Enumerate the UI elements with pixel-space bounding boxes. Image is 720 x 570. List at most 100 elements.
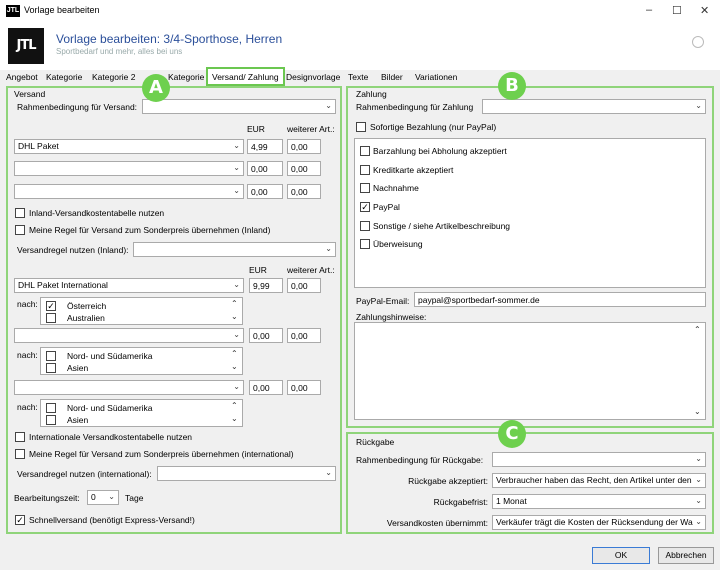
tab-angebot[interactable]: Angebot — [6, 72, 38, 82]
rueckgabefrist-label: Rückgabefrist: — [433, 497, 488, 507]
tab-bilder[interactable]: Bilder — [381, 72, 403, 82]
tab-versand-zahlung[interactable]: Versand/ Zahlung — [206, 67, 285, 86]
country-list-2[interactable]: Nord- und Südamerika Asien ⌃ ⌄ — [40, 347, 243, 375]
rueckgabefrist-select[interactable]: 1 Monat ⌄ — [492, 494, 706, 509]
rueckgabe-rahmen-select[interactable]: ⌄ — [492, 452, 706, 467]
versand-weitere-2[interactable]: 0,00 — [287, 161, 321, 176]
versand-rahmen-select[interactable]: ⌄ — [142, 99, 336, 114]
tab-texte[interactable]: Texte — [348, 72, 368, 82]
payment-checkbox[interactable] — [360, 146, 370, 156]
intl-method-select-2[interactable]: ⌄ — [14, 328, 244, 343]
close-button[interactable]: ✕ — [700, 4, 709, 17]
versandkosten-select[interactable]: Verkäufer trägt die Kosten der Rücksendu… — [492, 515, 706, 530]
country-checkbox[interactable]: ✓ — [46, 301, 56, 311]
ok-button[interactable]: OK — [592, 547, 650, 564]
country-checkbox[interactable] — [46, 363, 56, 373]
country-checkbox[interactable] — [46, 415, 56, 425]
jtl-logo: JTL — [8, 28, 44, 64]
payment-checkbox[interactable] — [360, 165, 370, 175]
versand-method-select-2[interactable]: ⌄ — [14, 161, 244, 176]
intl-table-checkbox[interactable] — [15, 432, 25, 442]
inland-table-checkbox[interactable] — [15, 208, 25, 218]
zahlung-rahmen-label: Rahmenbedingung für Zahlung — [356, 102, 474, 112]
intl-method-select-3[interactable]: ⌄ — [14, 380, 244, 395]
payment-label: Barzahlung bei Abholung akzeptiert — [373, 146, 507, 156]
cancel-button[interactable]: Abbrechen — [658, 547, 714, 564]
scroll-down-icon[interactable]: ⌄ — [231, 362, 238, 371]
tab-kategorie-3[interactable]: Kategorie — [168, 72, 204, 82]
badge-c: C — [498, 420, 526, 448]
scroll-down-icon[interactable]: ⌄ — [231, 312, 238, 321]
paypal-email-input[interactable]: paypal@sportbedarf-sommer.de — [414, 292, 706, 307]
versand-method-select-3[interactable]: ⌄ — [14, 184, 244, 199]
chevron-down-icon: ⌄ — [108, 492, 115, 501]
country-checkbox[interactable] — [46, 313, 56, 323]
scroll-up-icon[interactable]: ⌃ — [231, 401, 238, 410]
payment-methods-list: Barzahlung bei Abholung akzeptiert Kredi… — [354, 138, 706, 288]
scroll-down-icon[interactable]: ⌄ — [694, 407, 701, 416]
versand-eur-1[interactable]: 4,99 — [247, 139, 283, 154]
inland-table-label: Inland-Versandkostentabelle nutzen — [29, 208, 165, 218]
bearbeitungszeit-label: Bearbeitungszeit: — [14, 493, 80, 503]
country-list-3[interactable]: Nord- und Südamerika Asien ⌃ ⌄ — [40, 399, 243, 427]
rueckgabe-akzeptiert-select[interactable]: Verbraucher haben das Recht, den Artikel… — [492, 473, 706, 488]
zahlungshinweise-textarea[interactable]: ⌃ ⌄ — [354, 322, 706, 420]
payment-checkbox[interactable] — [360, 239, 370, 249]
nach-label-3: nach: — [17, 402, 38, 412]
chevron-down-icon: ⌄ — [695, 517, 702, 526]
chevron-down-icon: ⌄ — [325, 468, 332, 477]
meine-regel-intl-label: Meine Regel für Versand zum Sonderpreis … — [29, 449, 294, 459]
intl-method-select-1[interactable]: DHL Paket International ⌄ — [14, 278, 244, 293]
chevron-down-icon: ⌄ — [233, 330, 240, 339]
maximize-button[interactable]: ☐ — [672, 4, 682, 17]
payment-label: PayPal — [373, 202, 400, 212]
versand-weitere-3[interactable]: 0,00 — [287, 184, 321, 199]
intl-weitere-1[interactable]: 0,00 — [287, 278, 321, 293]
versand-weitere-1[interactable]: 0,00 — [287, 139, 321, 154]
country-checkbox[interactable] — [46, 403, 56, 413]
scroll-down-icon[interactable]: ⌄ — [231, 414, 238, 423]
chevron-down-icon: ⌄ — [233, 280, 240, 289]
chevron-down-icon: ⌄ — [325, 101, 332, 110]
payment-checkbox[interactable] — [360, 221, 370, 231]
sofort-checkbox[interactable] — [356, 122, 366, 132]
versand-rahmen-label: Rahmenbedingung für Versand: — [17, 102, 138, 112]
intl-eur-1[interactable]: 9,99 — [249, 278, 283, 293]
bearbeitungszeit-select[interactable]: 0 ⌄ — [87, 490, 119, 505]
meine-regel-intl-checkbox[interactable] — [15, 449, 25, 459]
scroll-up-icon[interactable]: ⌃ — [231, 299, 238, 308]
tab-kategorie-2[interactable]: Kategorie 2 — [92, 72, 135, 82]
rueckgabe-akzeptiert-label: Rückgabe akzeptiert: — [408, 476, 488, 486]
tab-variationen[interactable]: Variationen — [415, 72, 457, 82]
eur-header: EUR — [247, 124, 265, 134]
scroll-up-icon[interactable]: ⌃ — [694, 325, 701, 334]
country-checkbox[interactable] — [46, 351, 56, 361]
payment-checkbox[interactable]: ✓ — [360, 202, 370, 212]
minimize-button[interactable]: – — [646, 4, 652, 16]
intl-weitere-3[interactable]: 0,00 — [287, 380, 321, 395]
regel-intl-select[interactable]: ⌄ — [157, 466, 336, 481]
versand-method-select-1[interactable]: DHL Paket ⌄ — [14, 139, 244, 154]
intl-eur-header: EUR — [249, 265, 267, 275]
scroll-up-icon[interactable]: ⌃ — [231, 349, 238, 358]
versand-eur-2[interactable]: 0,00 — [247, 161, 283, 176]
intl-eur-2[interactable]: 0,00 — [249, 328, 283, 343]
rueckgabe-title: Rückgabe — [356, 437, 395, 447]
help-icon[interactable] — [692, 36, 704, 48]
schnellversand-checkbox[interactable]: ✓ — [15, 515, 25, 525]
payment-checkbox[interactable] — [360, 183, 370, 193]
tab-designvorlage[interactable]: Designvorlage — [286, 72, 340, 82]
intl-eur-3[interactable]: 0,00 — [249, 380, 283, 395]
intl-table-label: Internationale Versandkostentabelle nutz… — [29, 432, 193, 442]
intl-weitere-2[interactable]: 0,00 — [287, 328, 321, 343]
regel-inland-select[interactable]: ⌄ — [133, 242, 336, 257]
tab-kategorie[interactable]: Kategorie — [46, 72, 82, 82]
versand-eur-3[interactable]: 0,00 — [247, 184, 283, 199]
country-label: Asien — [67, 363, 89, 373]
country-list-1[interactable]: ✓ Österreich Australien ⌃ ⌄ — [40, 297, 243, 325]
meine-regel-inland-checkbox[interactable] — [15, 225, 25, 235]
country-label: Asien — [67, 415, 89, 425]
zahlung-rahmen-select[interactable]: ⌄ — [482, 99, 706, 114]
dialog-header: JTL Vorlage bearbeiten: 3/4-Sporthose, H… — [0, 22, 720, 70]
chevron-down-icon: ⌄ — [695, 101, 702, 110]
